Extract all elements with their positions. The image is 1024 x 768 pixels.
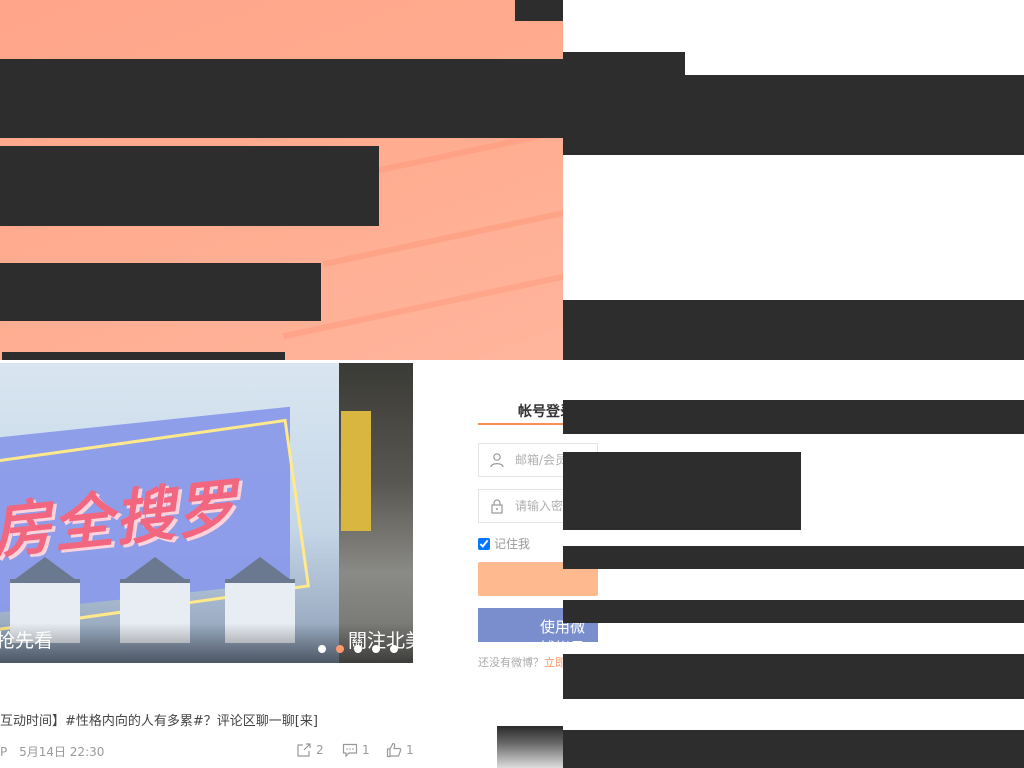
slide-caption[interactable]: 抢先看 [0, 626, 53, 653]
remember-me[interactable]: 记住我 [478, 535, 530, 552]
comment-button[interactable]: 1 [342, 742, 370, 758]
login-panel: 帐号登录 记住我 使用微博帐号登录 还没有微博？立即注册 [478, 395, 598, 678]
post-thumbnail[interactable] [497, 726, 563, 768]
post-time[interactable]: 5月14日 22:30 [19, 745, 104, 759]
signup-text: 还没有微博？ [478, 656, 544, 669]
redacted-block [0, 59, 563, 138]
like-button[interactable]: 1 [386, 742, 414, 758]
carousel-dots [318, 645, 398, 653]
redacted-block [563, 400, 1024, 434]
share-icon [297, 743, 311, 757]
redacted-block [0, 146, 379, 226]
repost-count: 2 [316, 743, 324, 757]
post-text[interactable]: 互动时间】#性格内向的人有多累#？评论区聊一聊[来] [0, 710, 318, 729]
redacted-block [563, 75, 1024, 155]
remember-checkbox[interactable] [478, 537, 490, 550]
remember-label: 记住我 [494, 537, 531, 551]
redacted-block [563, 452, 801, 530]
banner-stripe [282, 266, 563, 340]
redacted-block [563, 600, 1024, 623]
carousel-slide-next[interactable] [339, 363, 413, 663]
carousel-dot[interactable] [354, 645, 362, 653]
carousel-dot[interactable] [390, 645, 398, 653]
redacted-block [563, 52, 685, 75]
image-carousel[interactable]: 房全搜罗 抢先看 關注北美 [0, 363, 413, 663]
repost-button[interactable]: 2 [296, 742, 324, 758]
redacted-block [563, 300, 1024, 360]
redacted-block [0, 263, 321, 321]
thumbs-up-icon [386, 742, 402, 758]
carousel-dot[interactable] [318, 645, 326, 653]
carousel-dot-active[interactable] [336, 645, 344, 653]
slide-graphic-block [341, 411, 371, 531]
lock-icon [491, 499, 503, 514]
like-count: 1 [406, 743, 414, 757]
post-meta: P 5月14日 22:30 [0, 743, 104, 760]
comment-icon [342, 743, 358, 758]
redacted-block [515, 0, 563, 21]
redacted-block [563, 730, 1024, 768]
comment-count: 1 [362, 743, 370, 757]
user-icon [490, 453, 504, 468]
redacted-block [563, 654, 1024, 699]
redacted-block [563, 546, 1024, 569]
carousel-dot[interactable] [372, 645, 380, 653]
carousel-slide[interactable]: 房全搜罗 [0, 363, 339, 663]
post-author[interactable]: P [0, 745, 7, 759]
redacted-block [2, 352, 285, 360]
